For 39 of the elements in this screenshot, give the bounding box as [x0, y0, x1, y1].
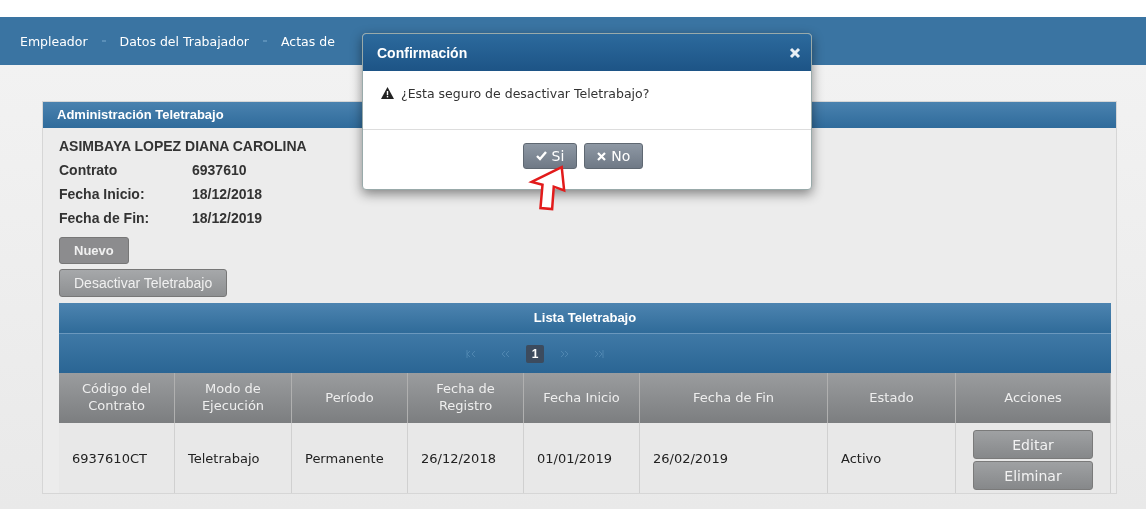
column-header: Período [292, 373, 408, 423]
field-value: 6937610 [192, 162, 247, 180]
no-button[interactable]: No [584, 143, 644, 169]
close-icon[interactable] [789, 46, 801, 59]
close-icon [597, 151, 607, 161]
column-header: Fecha Inicio [524, 373, 640, 423]
column-header: Estado [828, 373, 956, 423]
delete-button[interactable]: Eliminar [973, 461, 1093, 490]
table-cell: 26/02/2019 [640, 423, 828, 493]
column-header: Código del Contrato [59, 373, 175, 423]
nav-link[interactable]: Actas de [281, 33, 335, 49]
field-value: 18/12/2018 [192, 186, 263, 204]
dialog-title: Confirmación [377, 44, 468, 61]
dialog-message: ¿Esta seguro de desactivar Teletrabajo? [401, 85, 650, 101]
new-button[interactable]: Nuevo [59, 237, 129, 264]
table-cell: 6937610CT [59, 423, 175, 493]
column-header: Fecha de Fin [640, 373, 828, 423]
table-cell: Activo [828, 423, 956, 493]
column-header: Fecha de Registro [408, 373, 524, 423]
warning-icon [381, 87, 394, 99]
field-label: Fecha Inicio: [59, 186, 146, 204]
table-cell: 01/01/2019 [524, 423, 640, 493]
page-button[interactable]: 1 [525, 344, 545, 363]
deactivate-button[interactable]: Desactivar Teletrabajo [59, 269, 228, 297]
yes-button[interactable]: Si [522, 143, 578, 169]
field-label: Contrato [59, 162, 119, 180]
edit-button[interactable]: Editar [973, 430, 1093, 459]
field-label: Fecha de Fin: [59, 210, 151, 228]
check-icon [535, 151, 547, 161]
table-cell: Teletrabajo [175, 423, 292, 493]
table-title: Lista Teletrabajo [59, 303, 1111, 334]
column-header: Modo de Ejecución [175, 373, 292, 423]
table-cell: Permanente [292, 423, 408, 493]
table-cell: 26/12/2018 [408, 423, 524, 493]
column-header: Acciones [956, 373, 1111, 423]
field-value: 18/12/2019 [192, 210, 263, 228]
nav-link[interactable]: Empleador [20, 33, 88, 49]
nav-link[interactable]: Datos del Trabajador [119, 33, 249, 49]
employee-name: ASIMBAYA LOPEZ DIANA CAROLINA [59, 138, 307, 156]
